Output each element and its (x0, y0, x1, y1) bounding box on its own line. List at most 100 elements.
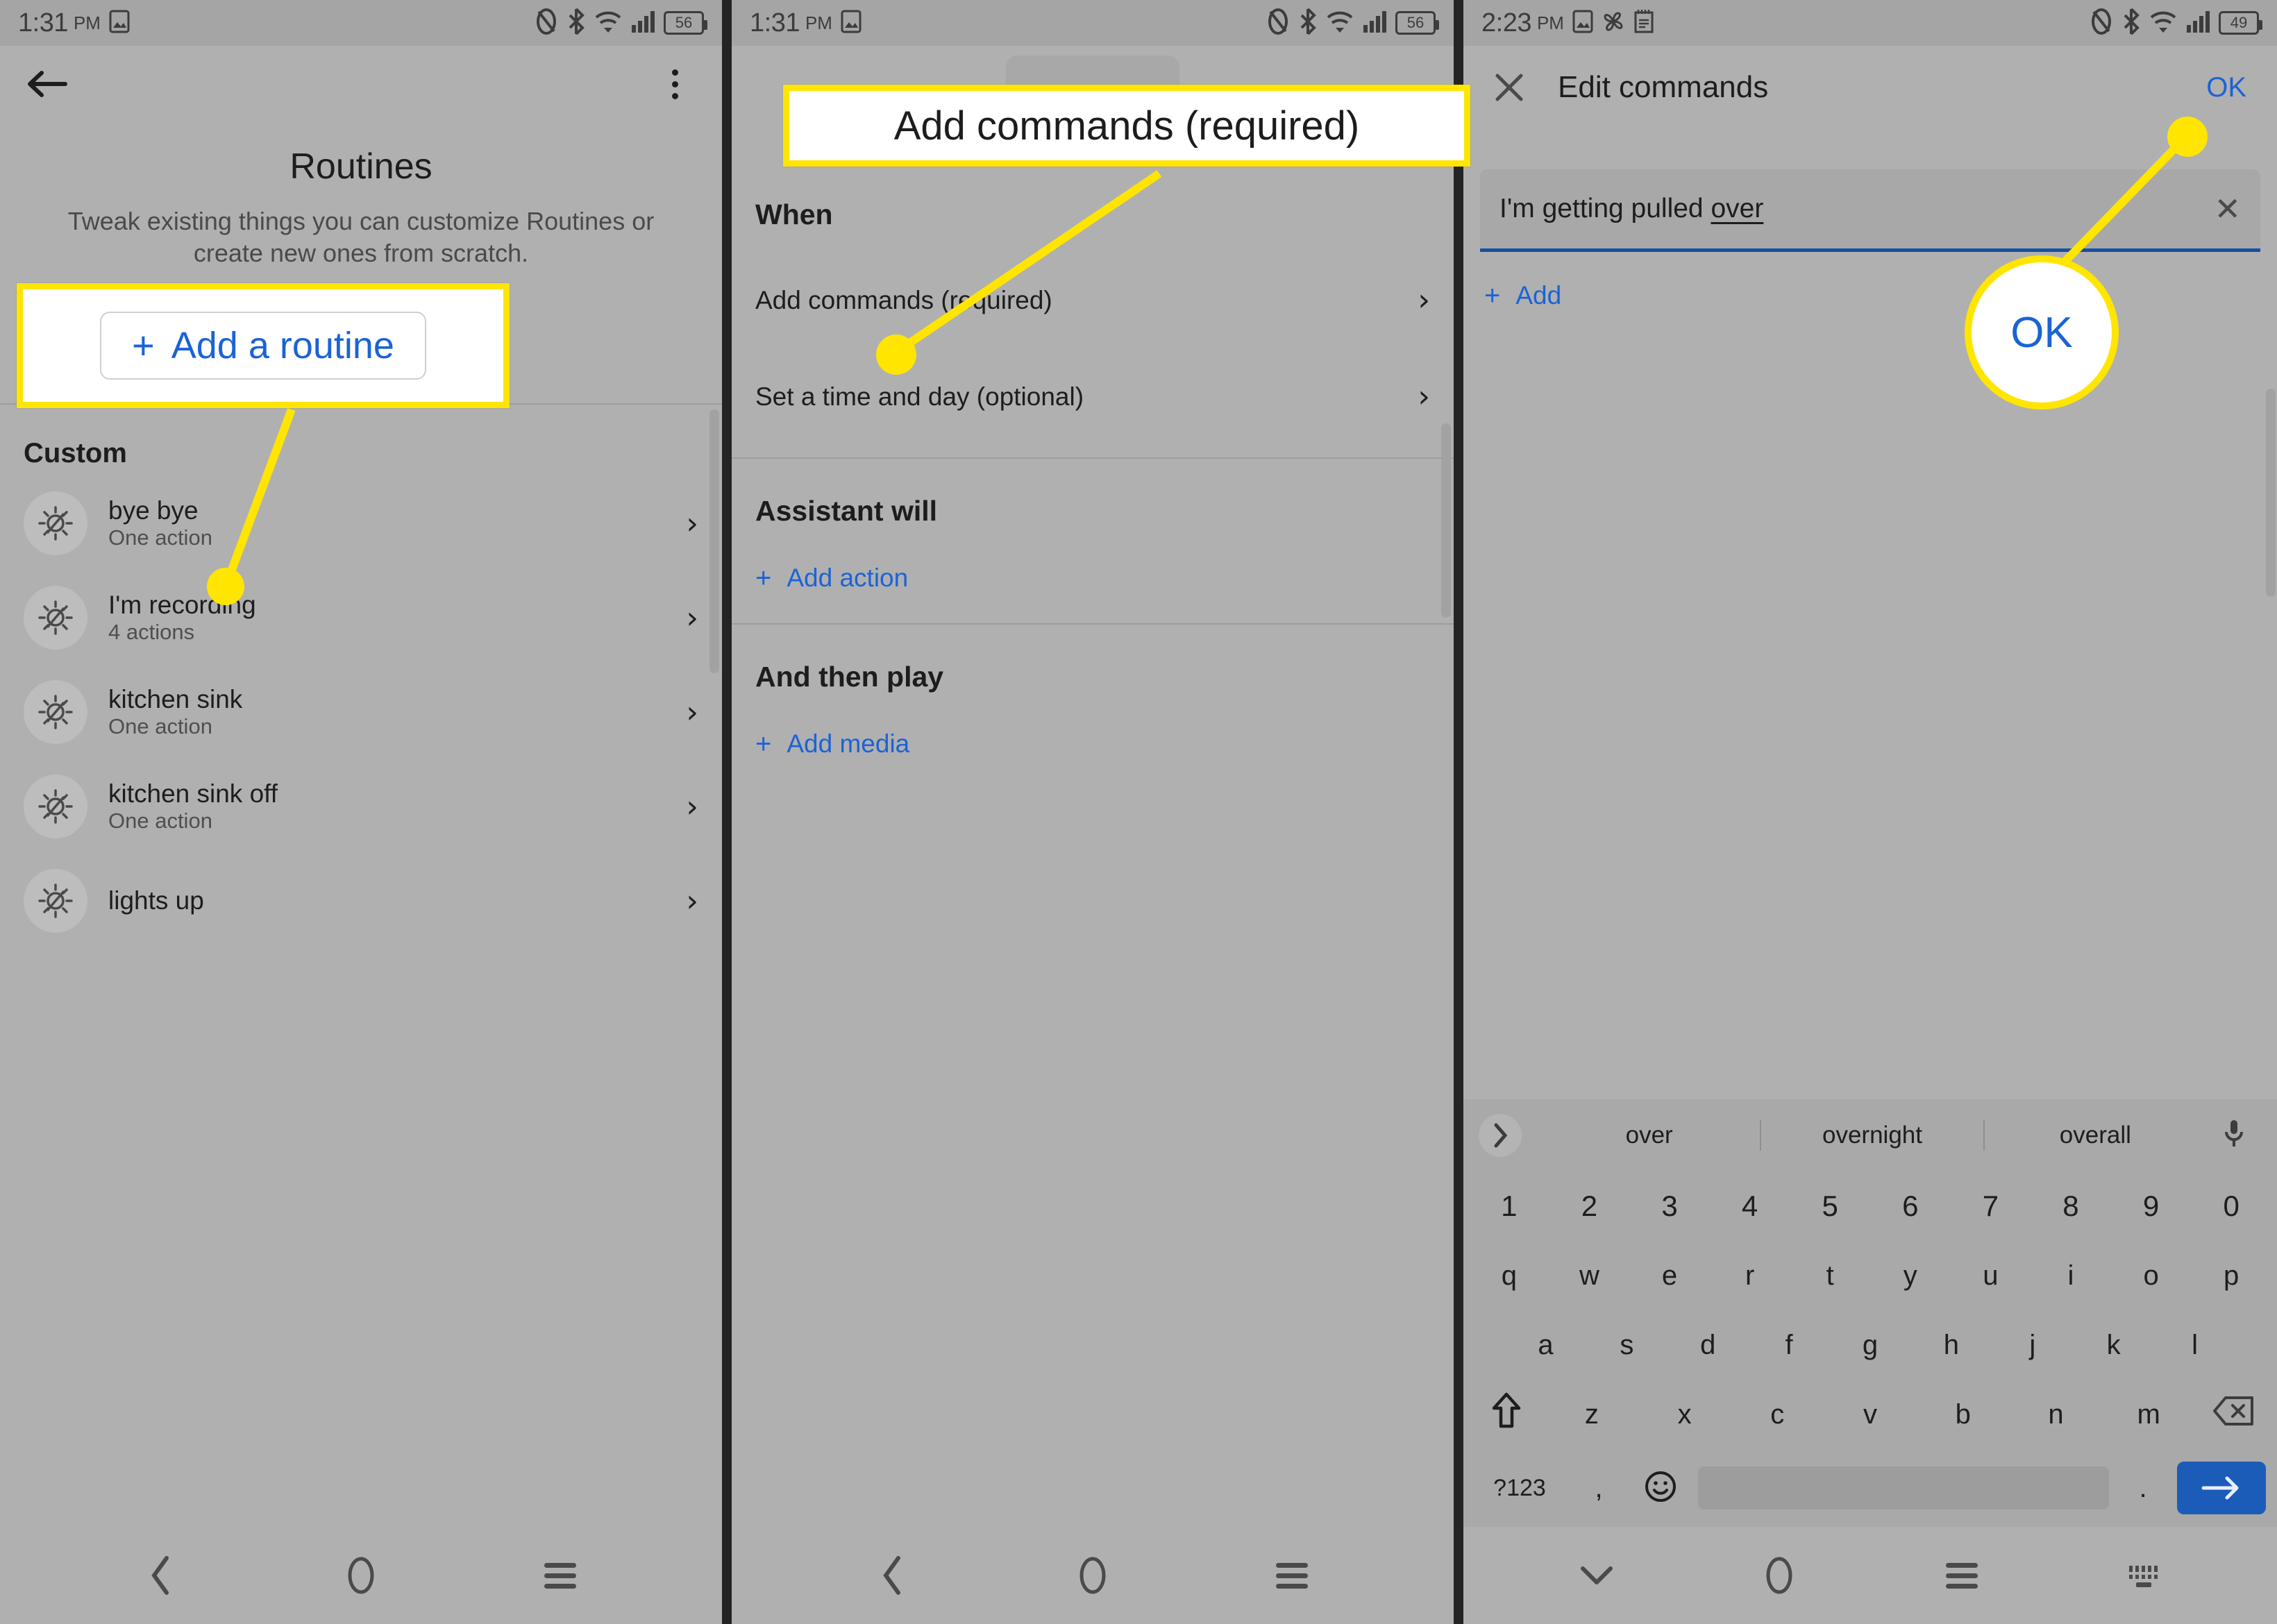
key-n[interactable]: n (2010, 1399, 2103, 1430)
list-item[interactable]: kitchen sink off One action › (0, 759, 722, 854)
key-q[interactable]: q (1469, 1260, 1549, 1292)
key-o[interactable]: o (2111, 1260, 2192, 1292)
key-f[interactable]: f (1749, 1330, 1830, 1361)
key-u[interactable]: u (1951, 1260, 2031, 1292)
add-media-button[interactable]: + Add media (755, 693, 1430, 789)
wifi-icon (2149, 9, 2177, 37)
hide-keyboard-icon[interactable] (1565, 1544, 1628, 1607)
panel-separator (1454, 0, 1463, 1624)
key-b[interactable]: b (1917, 1399, 2010, 1430)
row-set-time-day[interactable]: Set a time and day (optional) › (755, 348, 1430, 445)
enter-arrow-icon[interactable] (2177, 1462, 2266, 1514)
suggestion-0[interactable]: over (1538, 1122, 1760, 1149)
status-ampm: PM (805, 12, 832, 33)
key-v[interactable]: v (1824, 1399, 1917, 1430)
key-x[interactable]: x (1638, 1399, 1731, 1430)
key-k[interactable]: k (2073, 1330, 2154, 1361)
key-e[interactable]: e (1629, 1260, 1710, 1292)
key-3[interactable]: 3 (1629, 1190, 1710, 1223)
key-i[interactable]: i (2031, 1260, 2111, 1292)
key-h[interactable]: h (1910, 1330, 1992, 1361)
wifi-icon (1326, 9, 1354, 37)
key-p[interactable]: p (2191, 1260, 2271, 1292)
key-9[interactable]: 9 (2111, 1190, 2192, 1223)
keyboard-switch-icon[interactable] (2113, 1544, 2176, 1607)
list-item-title: kitchen sink off (108, 779, 278, 809)
key-r[interactable]: r (1710, 1260, 1790, 1292)
row-add-commands-label: Add commands (required) (755, 285, 1052, 314)
back-icon[interactable] (131, 1544, 193, 1607)
add-commands-callout: Add commands (required) (783, 85, 1470, 167)
key-2[interactable]: 2 (1549, 1190, 1630, 1223)
callout-anchor-dot (876, 335, 916, 375)
add-action-button[interactable]: + Add action (755, 527, 1430, 623)
list-item[interactable]: lights up › (0, 854, 722, 948)
row-add-commands[interactable]: Add commands (required) › (755, 231, 1430, 348)
home-icon[interactable] (1061, 1544, 1124, 1607)
key-6[interactable]: 6 (1870, 1190, 1951, 1223)
keyboard-row-2: a s d f g h j k l (1463, 1310, 2277, 1380)
home-icon[interactable] (330, 1544, 392, 1607)
key-l[interactable]: l (2154, 1330, 2235, 1361)
key-w[interactable]: w (1549, 1260, 1630, 1292)
signal-icon (1363, 10, 1386, 37)
shift-icon[interactable] (1468, 1392, 1545, 1437)
command-text-prefix: I'm getting pulled (1499, 194, 1711, 223)
back-arrow-icon[interactable] (22, 59, 72, 109)
chevron-right-icon: › (686, 788, 698, 824)
key-5[interactable]: 5 (1790, 1190, 1870, 1223)
add-command-button[interactable]: + Add (1484, 281, 2277, 310)
key-0[interactable]: 0 (2191, 1190, 2271, 1223)
plus-icon: + (132, 323, 155, 367)
chevron-right-icon[interactable] (1479, 1114, 1522, 1157)
microphone-icon[interactable] (2206, 1118, 2262, 1153)
key-j[interactable]: j (1992, 1330, 2073, 1361)
space-key[interactable] (1698, 1466, 2109, 1509)
clear-x-icon[interactable]: ✕ (2214, 193, 2241, 225)
key-8[interactable]: 8 (2031, 1190, 2111, 1223)
list-item[interactable]: kitchen sink One action › (0, 665, 722, 759)
key-7[interactable]: 7 (1951, 1190, 2031, 1223)
emoji-icon[interactable] (1633, 1470, 1688, 1507)
key-t[interactable]: t (1790, 1260, 1870, 1292)
key-z[interactable]: z (1545, 1399, 1638, 1430)
key-d[interactable]: d (1667, 1330, 1749, 1361)
key-1[interactable]: 1 (1469, 1190, 1549, 1223)
scrollbar-thumb[interactable] (2266, 389, 2276, 597)
recents-icon[interactable] (1931, 1544, 1993, 1607)
backspace-icon[interactable] (2195, 1395, 2273, 1434)
comma-key[interactable]: , (1574, 1473, 1623, 1504)
close-icon[interactable] (1484, 62, 1534, 112)
ok-button[interactable]: OK (2206, 72, 2256, 103)
overflow-menu-icon[interactable] (650, 59, 700, 109)
status-left: 2:23 PM (1481, 8, 1654, 38)
key-s[interactable]: s (1586, 1330, 1667, 1361)
scrollbar-thumb[interactable] (709, 409, 719, 673)
key-c[interactable]: c (1731, 1399, 1824, 1430)
callout-label: Add a routine (171, 325, 394, 366)
key-a[interactable]: a (1505, 1330, 1586, 1361)
chevron-right-icon: › (686, 694, 698, 730)
status-bar: 1:31 PM 56 (732, 0, 1454, 46)
back-icon[interactable] (862, 1544, 925, 1607)
suggestion-2[interactable]: overall (1985, 1122, 2206, 1149)
battery-level: 56 (675, 14, 693, 31)
list-item[interactable]: bye bye One action › (0, 476, 722, 570)
list-item[interactable]: I'm recording 4 actions › (0, 570, 722, 665)
key-4[interactable]: 4 (1710, 1190, 1790, 1223)
period-key[interactable]: . (2119, 1473, 2167, 1504)
recents-icon[interactable] (1261, 1544, 1323, 1607)
key-y[interactable]: y (1870, 1260, 1951, 1292)
nfc-icon (1266, 8, 1290, 39)
recents-icon[interactable] (529, 1544, 591, 1607)
command-input[interactable]: I'm getting pulled over ✕ (1480, 169, 2260, 252)
routines-list: bye bye One action › I'm recording 4 act… (0, 476, 722, 948)
home-icon[interactable] (1748, 1544, 1810, 1607)
key-g[interactable]: g (1830, 1330, 1911, 1361)
nfc-icon (535, 8, 558, 39)
suggestion-1[interactable]: overnight (1761, 1122, 1983, 1149)
add-command-label: Add (1515, 281, 1562, 310)
key-m[interactable]: m (2102, 1399, 2195, 1430)
scrollbar-thumb[interactable] (1441, 423, 1451, 618)
symbols-key[interactable]: ?123 (1474, 1475, 1565, 1502)
